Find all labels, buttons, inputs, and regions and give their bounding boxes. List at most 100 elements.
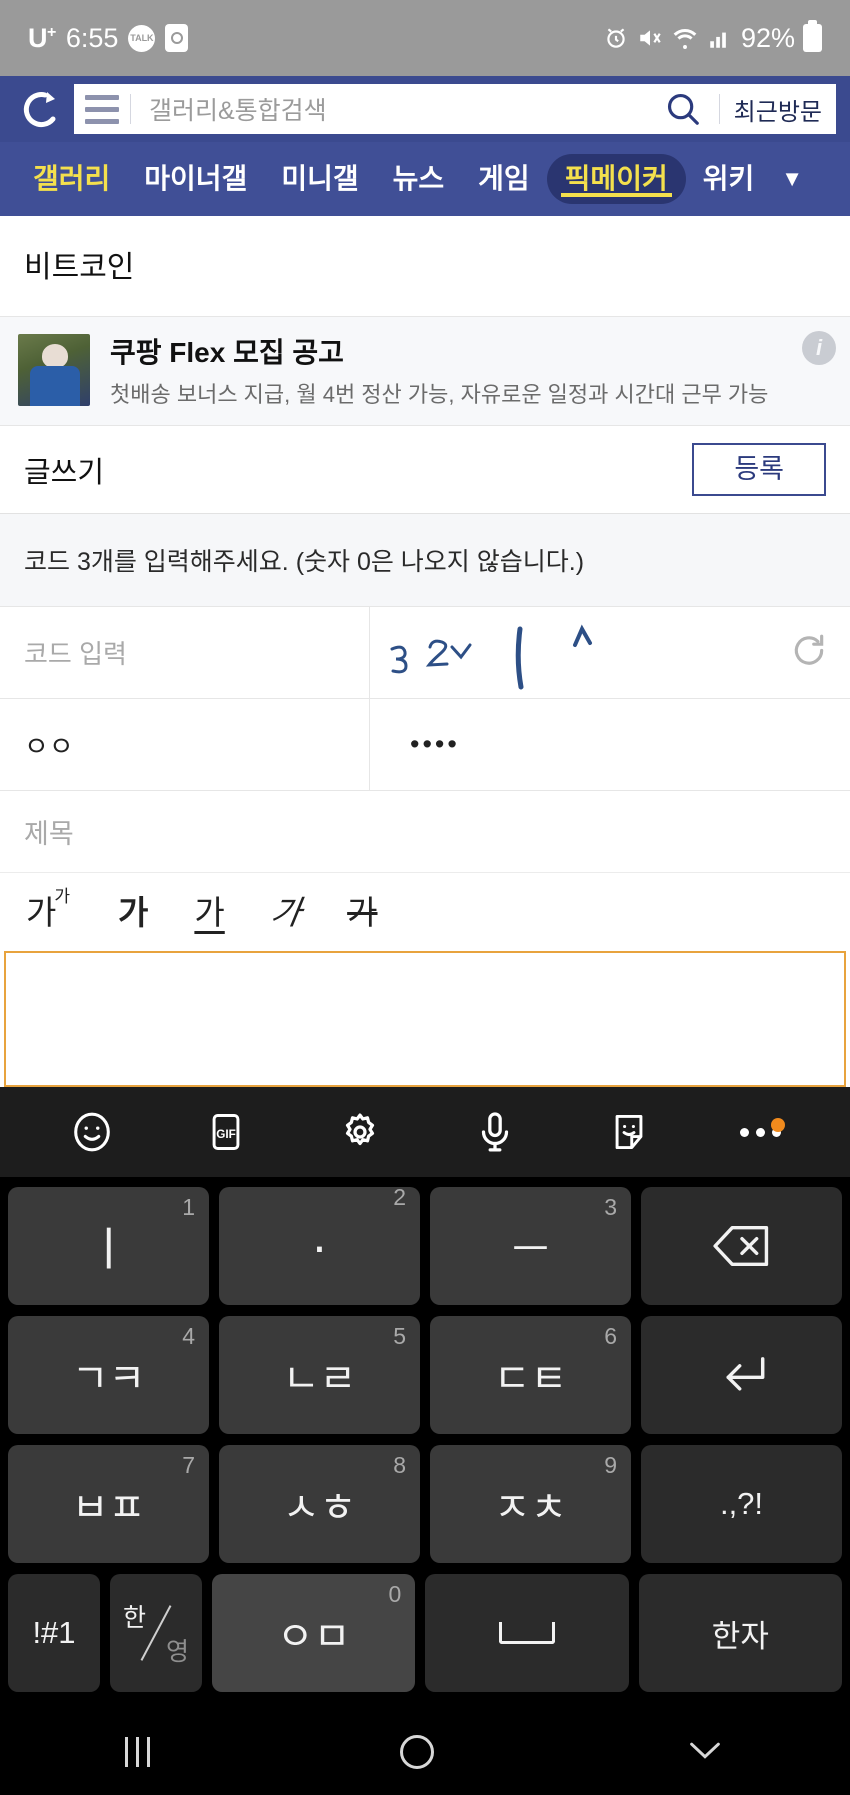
author-row: ㅇㅇ •••• [0, 699, 850, 791]
gif-icon[interactable]: GIF [204, 1110, 248, 1154]
active-underline [560, 193, 672, 197]
key-label: ㅣ [87, 1223, 130, 1275]
format-toolbar: 가가 가 가 가 가 [0, 873, 850, 951]
refresh-icon[interactable] [790, 631, 828, 674]
nav-item-picmaker-label: 픽메이커 [564, 163, 668, 194]
key-label: ㄷㅌ [493, 1357, 568, 1401]
nav-item-mini-gallery[interactable]: 미니갤 [264, 165, 375, 193]
ad-title: 쿠팡 Flex 모집 공고 [110, 337, 344, 368]
nav-item-game[interactable]: 게임 [461, 165, 547, 193]
search-bar[interactable]: 갤러리&통합검색 최근방문 [74, 84, 836, 134]
phone-screen: U+ 6:55 TALK 92% 갤러리&통합검색 최근방문 갤러리 마이너갤 … [0, 0, 850, 1795]
bold-button[interactable]: 가 [112, 896, 154, 929]
space-key[interactable] [425, 1574, 629, 1692]
system-navigation-bar [0, 1709, 850, 1795]
subject-input[interactable]: 제목 [0, 791, 850, 873]
strikethrough-button[interactable]: 가 [341, 896, 383, 929]
font-size-glyph: 가 [26, 893, 57, 931]
battery-icon [803, 20, 822, 52]
cellular-signal-icon [710, 32, 726, 48]
gear-icon[interactable] [337, 1109, 383, 1155]
nav-item-gallery[interactable]: 갤러리 [16, 165, 127, 193]
key-i[interactable]: 1 ㅣ [8, 1187, 209, 1305]
hanja-key[interactable]: 한자 [638, 1574, 842, 1692]
recent-visits-button[interactable]: 최근방문 [718, 94, 836, 126]
key-number: 2 [393, 1184, 406, 1210]
keyboard-row-4: !#1 한 영 0 ㅇㅁ 한자 [8, 1574, 842, 1692]
key-number: 8 [393, 1452, 406, 1478]
captcha-image[interactable] [370, 607, 850, 698]
microphone-icon[interactable] [472, 1109, 518, 1155]
recents-icon[interactable] [125, 1737, 151, 1767]
hamburger-menu-icon[interactable] [74, 94, 130, 124]
ad-banner[interactable]: 쿠팡 Flex 모집 공고 첫배송 보너스 지급, 월 4번 정산 가능, 자유… [0, 317, 850, 426]
key-number: 1 [182, 1194, 195, 1220]
more-options-icon[interactable] [740, 1117, 786, 1137]
write-header: 글쓰기 등록 [0, 426, 850, 514]
submit-button[interactable]: 등록 [692, 443, 826, 496]
home-icon[interactable] [400, 1735, 435, 1769]
enter-key[interactable] [641, 1316, 842, 1434]
key-digeut-tieut[interactable]: 6 ㄷㅌ [430, 1316, 631, 1434]
status-bar-right: 92% [603, 20, 822, 54]
italic-button[interactable]: 가 [262, 894, 310, 931]
emoji-icon[interactable] [69, 1109, 115, 1155]
keyboard-row-3: 7 ㅂㅍ 8 ㅅㅎ 9 ㅈㅊ .,?! [8, 1445, 842, 1563]
key-dot[interactable]: 2 · [219, 1184, 420, 1305]
info-icon[interactable]: i [802, 331, 836, 365]
backspace-key[interactable] [641, 1187, 842, 1305]
nav-item-minor-gallery[interactable]: 마이너갤 [127, 165, 264, 193]
status-bar: U+ 6:55 TALK 92% [0, 0, 850, 76]
sticker-icon[interactable] [607, 1110, 651, 1154]
font-size-sup: 가 [54, 886, 71, 906]
key-giyeok-kieuk[interactable]: 4 ㄱㅋ [8, 1316, 209, 1434]
nav-item-news[interactable]: 뉴스 [376, 165, 462, 193]
ad-thumbnail-image [18, 334, 90, 406]
key-jieut-chieut[interactable]: 9 ㅈㅊ [430, 1445, 631, 1563]
clock-time: 6:55 [65, 22, 119, 53]
punctuation-key[interactable]: .,?! [641, 1445, 842, 1563]
key-label: ㅈㅊ [493, 1486, 568, 1530]
keyboard-toolbar: GIF [0, 1087, 850, 1177]
key-bieup-pieup[interactable]: 7 ㅂㅍ [8, 1445, 209, 1563]
page-title: 글쓰기 [24, 456, 105, 489]
password-input[interactable]: •••• [370, 699, 850, 790]
keyboard-row-2: 4 ㄱㅋ 5 ㄴㄹ 6 ㄷㅌ [8, 1316, 842, 1434]
font-size-button[interactable]: 가가 [20, 888, 78, 931]
lang-toggle-graphic: 한 영 [119, 1596, 193, 1670]
search-input[interactable]: 갤러리&통합검색 [131, 91, 647, 127]
captcha-input[interactable]: 코드 입력 [0, 607, 370, 698]
key-number: 9 [604, 1452, 617, 1478]
ad-text-block: 쿠팡 Flex 모집 공고 첫배송 보너스 지급, 월 4번 정산 가능, 자유… [110, 331, 826, 409]
wifi-icon [673, 29, 697, 49]
key-ieung-mieum[interactable]: 0 ㅇㅁ [212, 1574, 416, 1692]
nav-item-picmaker[interactable]: 픽메이커 [546, 154, 686, 204]
captcha-row: 코드 입력 [0, 607, 850, 699]
chevron-down-icon[interactable]: ▼ [781, 166, 803, 192]
key-number: 7 [182, 1452, 195, 1478]
underline-button[interactable]: 가 [188, 896, 230, 929]
language-toggle-key[interactable]: 한 영 [110, 1574, 202, 1692]
category-nav: 갤러리 마이너갤 미니갤 뉴스 게임 픽메이커 위키 ▼ [0, 142, 850, 216]
search-icon[interactable] [647, 90, 719, 128]
captcha-notice: 코드 3개를 입력해주세요. (숫자 0은 나오지 않습니다.) [0, 514, 850, 607]
dcinside-logo[interactable] [14, 89, 70, 129]
alarm-icon [607, 28, 625, 48]
symbols-key[interactable]: !#1 [8, 1574, 100, 1692]
key-label: ㅇㅁ [276, 1615, 351, 1659]
body-editor[interactable] [4, 951, 846, 1087]
key-nieun-rieul[interactable]: 5 ㄴㄹ [219, 1316, 420, 1434]
nickname-input[interactable]: ㅇㅇ [0, 699, 370, 790]
app-header: 갤러리&통합검색 최근방문 [0, 76, 850, 142]
key-siot-hieut[interactable]: 8 ㅅㅎ [219, 1445, 420, 1563]
key-label: ㅅㅎ [282, 1486, 357, 1530]
nav-item-wiki[interactable]: 위키 [686, 165, 772, 193]
key-label: · [311, 1217, 328, 1274]
korean-keyboard: 1 ㅣ 2 · 3 ㅡ 4 ㄱㅋ 5 ㄴㄹ 6 ㄷㅌ 7 ㅂㅍ 8 ㅅㅎ 9 ㅈ… [0, 1177, 850, 1709]
key-number: 4 [182, 1323, 195, 1349]
keyboard-row-1: 1 ㅣ 2 · 3 ㅡ [8, 1184, 842, 1305]
vibrate-mute-icon [640, 30, 661, 46]
key-eu[interactable]: 3 ㅡ [430, 1187, 631, 1305]
notification-dot [771, 1117, 786, 1132]
hide-keyboard-chevron-icon[interactable] [685, 1737, 725, 1768]
